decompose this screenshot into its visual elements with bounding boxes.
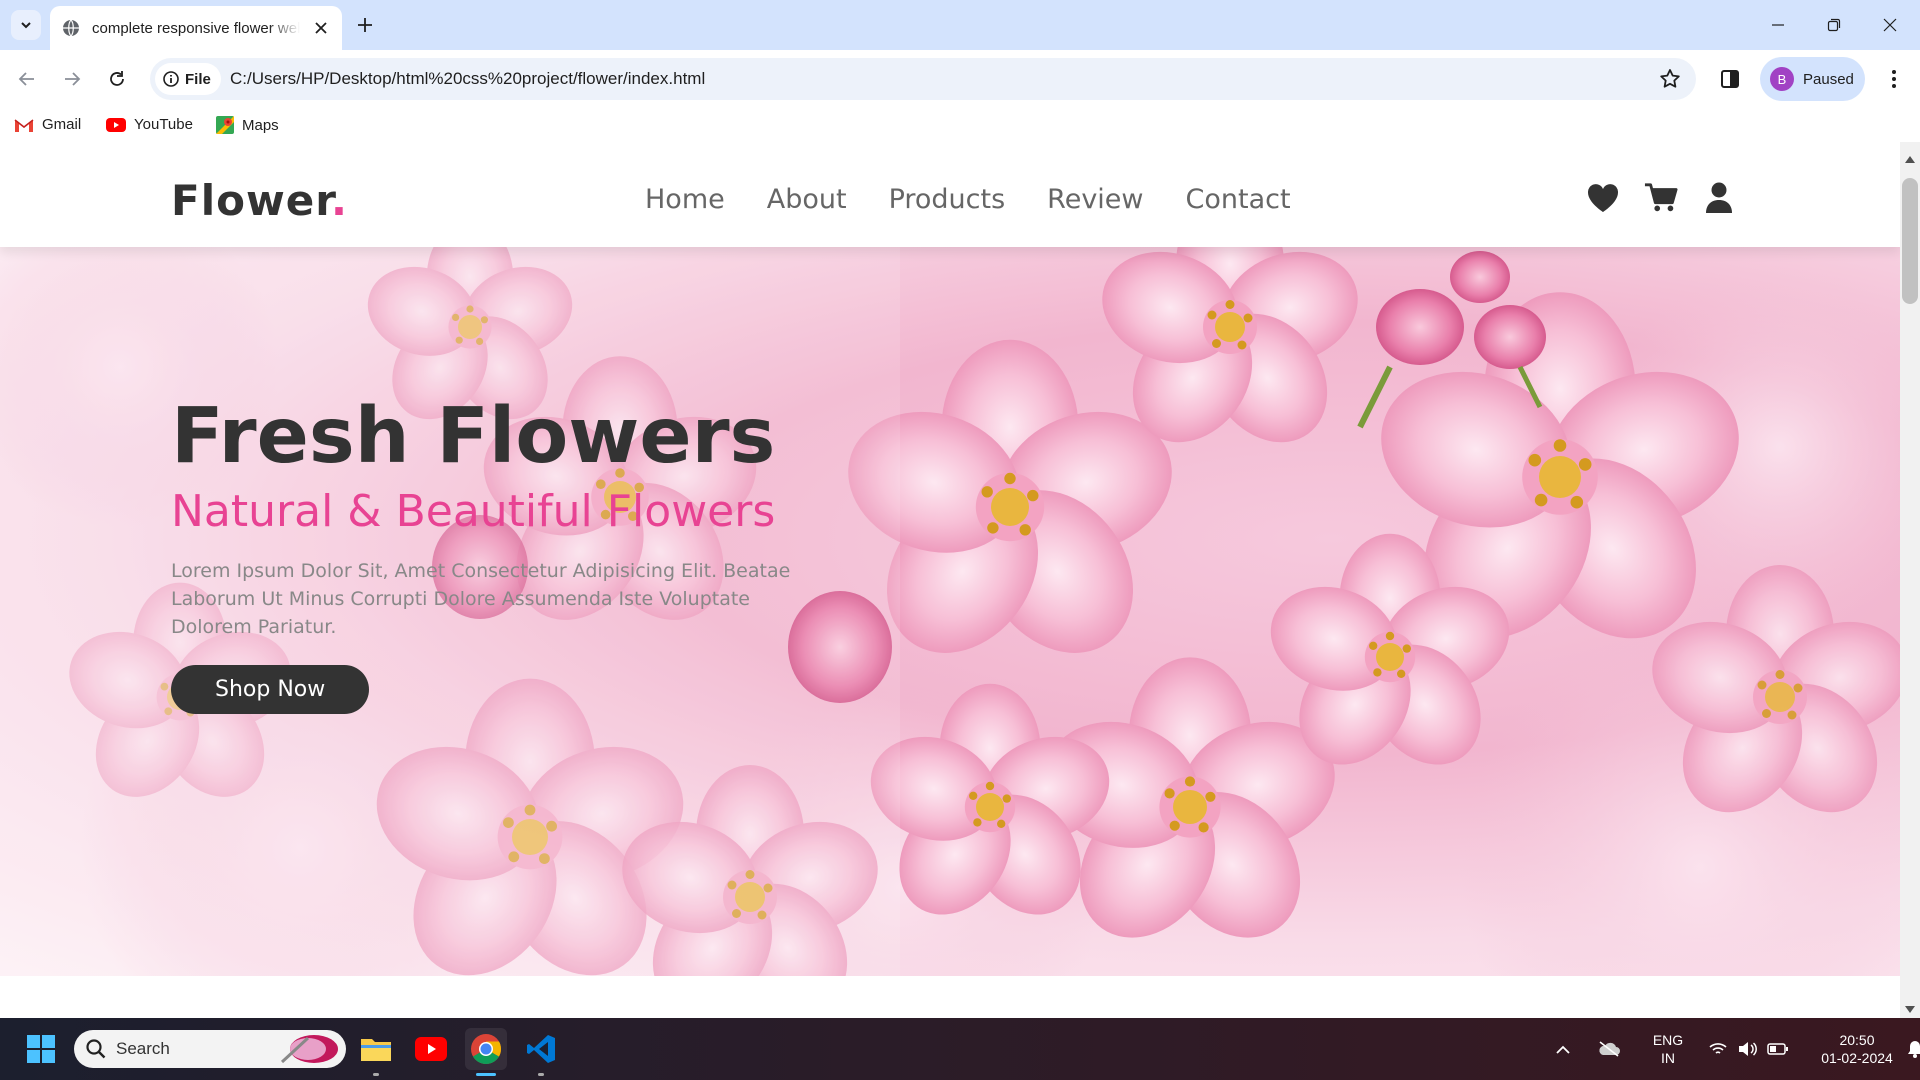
- arrow-right-icon: [65, 72, 81, 86]
- hero-text: Lorem Ipsum Dolor Sit, Amet Consectetur …: [171, 559, 791, 638]
- windows-taskbar: Search ENG IN 20:50 01-02-2024: [0, 1018, 1920, 1080]
- vscode-running-indicator: [538, 1073, 544, 1076]
- bookmark-youtube[interactable]: YouTube: [106, 116, 193, 133]
- windows-icon: [27, 1035, 55, 1063]
- search-icon: [86, 1039, 106, 1059]
- shop-now-button[interactable]: Shop Now: [171, 664, 370, 714]
- bookmark-star-icon[interactable]: [1658, 67, 1682, 91]
- youtube-icon: [415, 1037, 447, 1061]
- profile-status: Paused: [1803, 70, 1854, 88]
- page-viewport: Flower. Home About Products Review Conta…: [0, 142, 1900, 1018]
- gmail-icon: [14, 118, 34, 132]
- minimize-icon: [1772, 24, 1784, 26]
- site-nav: Home About Products Review Contact: [645, 184, 1291, 215]
- bookmark-label: Maps: [242, 116, 279, 134]
- start-button[interactable]: [20, 1028, 62, 1070]
- nav-review[interactable]: Review: [1047, 184, 1143, 215]
- url-text[interactable]: C:/Users/HP/Desktop/html%20css%20project…: [230, 69, 705, 89]
- plus-icon: [358, 18, 372, 32]
- explorer-running-indicator: [373, 1073, 379, 1076]
- minimize-button[interactable]: [1750, 0, 1806, 50]
- header-icons: [1586, 181, 1736, 215]
- taskbar-search-placeholder: Search: [116, 1039, 170, 1058]
- bookmark-gmail[interactable]: Gmail: [14, 116, 81, 133]
- restore-button[interactable]: [1806, 0, 1862, 50]
- reload-button[interactable]: [102, 64, 132, 94]
- quick-settings[interactable]: [1709, 1041, 1789, 1057]
- new-tab-button[interactable]: [352, 12, 378, 38]
- nav-about[interactable]: About: [767, 184, 847, 215]
- tab-close-icon[interactable]: [312, 19, 330, 37]
- close-icon: [1883, 18, 1897, 32]
- chevron-up-icon[interactable]: [1551, 1045, 1575, 1054]
- nav-products[interactable]: Products: [889, 184, 1006, 215]
- tab-title: complete responsive flower website: [92, 19, 300, 37]
- scrollbar-thumb[interactable]: [1902, 178, 1918, 304]
- user-icon[interactable]: [1702, 181, 1736, 215]
- clock[interactable]: 20:50 01-02-2024: [1817, 1031, 1897, 1067]
- close-window-button[interactable]: [1862, 0, 1918, 50]
- restore-icon: [1827, 18, 1841, 32]
- taskbar-youtube[interactable]: [410, 1028, 452, 1070]
- browser-toolbar: File C:/Users/HP/Desktop/html%20css%20pr…: [0, 50, 1920, 108]
- nav-home[interactable]: Home: [645, 184, 725, 215]
- browser-tab-active[interactable]: complete responsive flower website: [50, 6, 342, 50]
- bookmark-maps[interactable]: Maps: [216, 116, 279, 134]
- back-button[interactable]: [12, 64, 42, 94]
- wifi-icon: [1709, 1043, 1727, 1054]
- battery-icon: [1767, 1043, 1788, 1055]
- side-panel-icon[interactable]: [1716, 65, 1744, 93]
- taskbar-search[interactable]: Search: [74, 1030, 346, 1068]
- browser-titlebar: complete responsive flower website: [0, 0, 1920, 50]
- scroll-up-arrow-icon[interactable]: [1903, 152, 1917, 166]
- scroll-down-arrow-icon[interactable]: [1903, 1002, 1917, 1016]
- system-tray: ENG IN 20:50 01-02-2024: [1551, 1018, 1920, 1080]
- chrome-active-indicator: [476, 1073, 496, 1076]
- notification-bell-icon[interactable]: [1907, 1040, 1920, 1058]
- hero-subtitle: Natural & Beautiful Flowers: [171, 485, 776, 537]
- address-bar[interactable]: File C:/Users/HP/Desktop/html%20css%20pr…: [150, 58, 1696, 100]
- tab-search-button[interactable]: [11, 10, 41, 40]
- security-chip-label: File: [185, 70, 211, 88]
- bookmarks-bar: Gmail YouTube Maps: [0, 108, 1920, 142]
- hero-title: Fresh Flowers: [171, 392, 776, 481]
- cart-icon[interactable]: [1644, 181, 1678, 215]
- globe-icon: [63, 19, 79, 37]
- bookmark-label: YouTube: [134, 116, 193, 133]
- site-logo[interactable]: Flower.: [171, 176, 348, 225]
- maps-icon: [216, 116, 234, 134]
- taskbar-chrome[interactable]: [465, 1028, 507, 1070]
- kebab-menu-icon: [1892, 70, 1896, 88]
- avatar: B: [1770, 67, 1794, 91]
- hero-section: Fresh Flowers Natural & Beautiful Flower…: [0, 247, 1900, 976]
- taskbar-file-explorer[interactable]: [355, 1028, 397, 1070]
- clock-time: 20:50: [1839, 1032, 1875, 1048]
- heart-icon[interactable]: [1586, 181, 1620, 215]
- logo-dot: .: [330, 176, 348, 225]
- chrome-icon: [471, 1034, 502, 1065]
- chevron-down-icon: [21, 22, 31, 29]
- forward-button[interactable]: [57, 64, 87, 94]
- site-header: Flower. Home About Products Review Conta…: [0, 142, 1900, 247]
- reload-icon: [110, 71, 124, 86]
- language-indicator[interactable]: ENG IN: [1651, 1031, 1685, 1067]
- folder-icon: [361, 1039, 391, 1061]
- browser-menu-button[interactable]: [1880, 65, 1908, 93]
- vscode-icon: [527, 1035, 555, 1063]
- onedrive-offline-icon[interactable]: [1589, 1041, 1629, 1057]
- site-info-chip[interactable]: File: [155, 63, 221, 95]
- clock-date: 01-02-2024: [1821, 1050, 1893, 1066]
- hero-content: Fresh Flowers Natural & Beautiful Flower…: [171, 392, 821, 714]
- nav-contact[interactable]: Contact: [1186, 184, 1291, 215]
- info-icon: [163, 71, 179, 87]
- arrow-left-icon: [18, 72, 34, 86]
- youtube-icon: [106, 117, 126, 132]
- bookmark-label: Gmail: [42, 116, 82, 133]
- volume-icon: [1739, 1042, 1757, 1056]
- profile-button[interactable]: B Paused: [1760, 57, 1865, 101]
- search-highlight-icon: [280, 1035, 338, 1064]
- taskbar-vscode[interactable]: [520, 1028, 562, 1070]
